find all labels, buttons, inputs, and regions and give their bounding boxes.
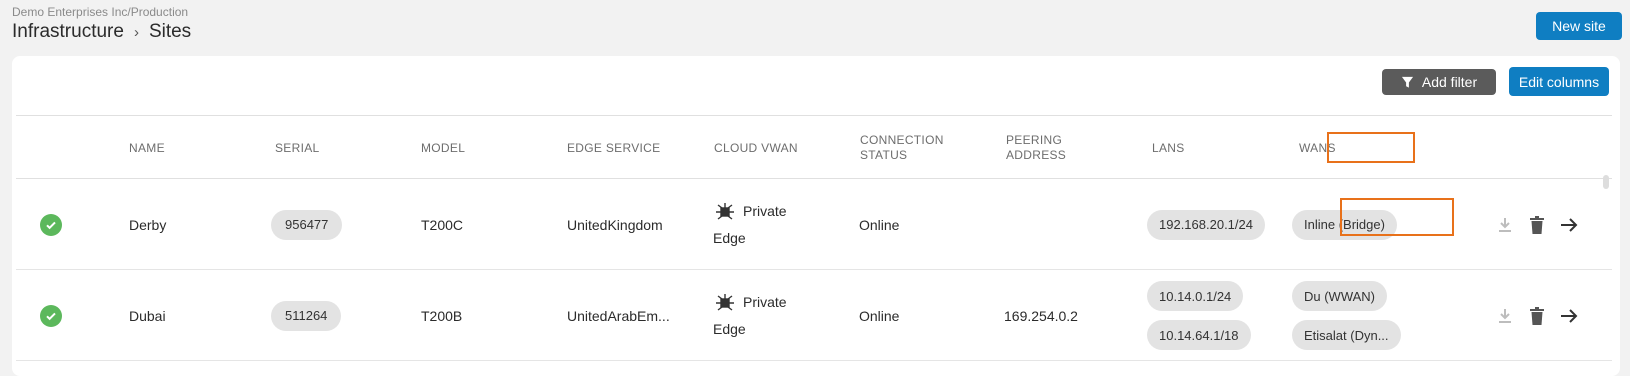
network-hub-icon (716, 293, 734, 311)
wans-chip-highlight (1340, 198, 1454, 236)
row-actions (1495, 179, 1579, 270)
status-cell (40, 179, 62, 270)
column-header-edge-service[interactable]: EDGE SERVICE (567, 116, 660, 180)
site-name: Dubai (129, 307, 166, 324)
connection-status-cell: Online (859, 307, 900, 324)
wan-chip: Etisalat (Dyn... (1292, 320, 1401, 350)
lan-chip: 10.14.64.1/18 (1147, 320, 1251, 350)
column-header-lans[interactable]: LANS (1152, 116, 1185, 180)
breadcrumb-sites: Sites (148, 21, 192, 42)
model-cell: T200B (421, 307, 463, 324)
site-name: Derby (129, 216, 167, 233)
lans-cell: 192.168.20.1/24 (1147, 179, 1265, 270)
column-header-cloud-vwan[interactable]: CLOUD VWAN (714, 116, 798, 180)
wans-header-highlight (1327, 132, 1415, 163)
scrollbar[interactable] (1603, 175, 1609, 189)
edge-service-cell: UnitedArabEm... (567, 307, 670, 324)
column-header-connection-status[interactable]: CONNECTION STATUS (860, 116, 950, 180)
column-header-name[interactable]: NAME (129, 116, 165, 180)
arrow-right-icon[interactable] (1559, 215, 1579, 235)
breadcrumb-infrastructure[interactable]: Infrastructure (12, 21, 124, 43)
table-row[interactable]: Dubai 511264 T200B UnitedArabEm... Priva… (16, 270, 1612, 361)
network-hub-icon (716, 202, 734, 220)
connection-status-cell: Online (859, 216, 900, 233)
lans-cell: 10.14.0.1/24 10.14.64.1/18 (1147, 270, 1251, 361)
new-site-button[interactable]: New site (1536, 12, 1622, 40)
download-icon[interactable] (1495, 215, 1515, 235)
add-filter-button[interactable]: Add filter (1382, 69, 1496, 95)
trash-icon[interactable] (1527, 306, 1547, 326)
check-circle-icon (40, 213, 62, 236)
edge-service-cell: UnitedKingdom (567, 216, 663, 233)
filter-icon (1401, 76, 1413, 88)
add-filter-label: Add filter (1421, 74, 1478, 90)
org-path: Demo Enterprises Inc/Production (12, 5, 189, 19)
trash-icon[interactable] (1527, 215, 1547, 235)
edit-columns-button[interactable]: Edit columns (1509, 67, 1609, 96)
download-icon[interactable] (1495, 306, 1515, 326)
breadcrumb: Infrastructure › Sites (12, 21, 191, 43)
status-cell (40, 270, 62, 361)
breadcrumb-separator: › (133, 23, 139, 41)
lan-chip: 192.168.20.1/24 (1147, 209, 1265, 240)
check-circle-icon (40, 304, 62, 327)
arrow-right-icon[interactable] (1559, 306, 1579, 326)
serial-chip: 956477 (271, 209, 343, 240)
cloud-vwan-cell: Private Edge (713, 179, 813, 270)
lan-chip: 10.14.0.1/24 (1147, 281, 1244, 311)
row-actions (1495, 270, 1579, 361)
serial-cell: 956477 (271, 179, 343, 270)
wan-chip: Du (WWAN) (1292, 281, 1388, 311)
model-cell: T200C (421, 216, 464, 233)
column-header-peering-address[interactable]: PEERING ADDRESS (1006, 116, 1086, 180)
column-header-serial[interactable]: SERIAL (275, 116, 320, 180)
wans-cell: Du (WWAN) Etisalat (Dyn... (1292, 270, 1401, 361)
peering-address-cell: 169.254.0.2 (1004, 307, 1078, 324)
serial-chip: 511264 (271, 300, 342, 331)
cloud-vwan-cell: Private Edge (713, 270, 813, 361)
column-header-model[interactable]: MODEL (421, 116, 465, 180)
serial-cell: 511264 (271, 270, 342, 361)
